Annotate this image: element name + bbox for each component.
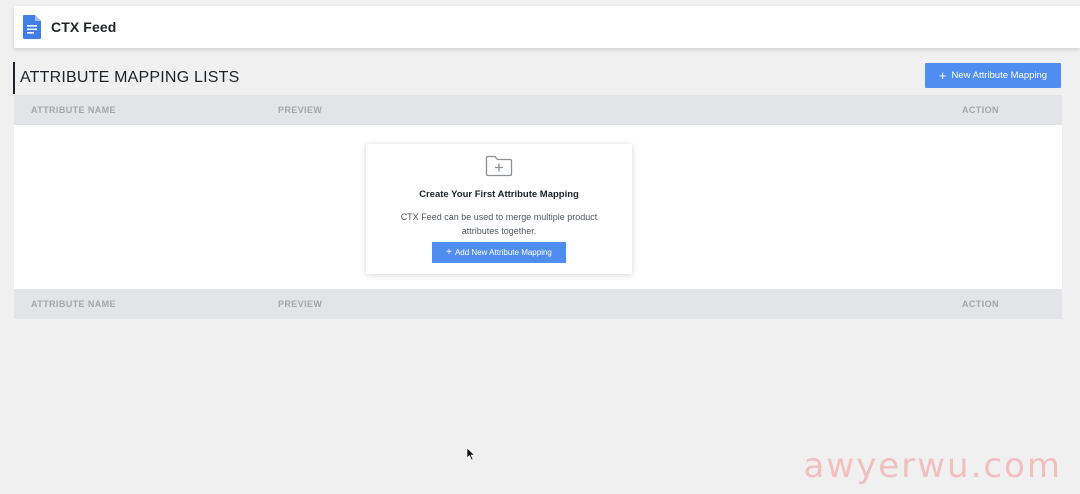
attribute-mapping-table: ATTRIBUTE NAME PREVIEW ACTION Create You… <box>14 95 1062 319</box>
footer-column-preview: PREVIEW <box>278 299 323 309</box>
footer-column-action: ACTION <box>962 299 999 309</box>
top-bar: CTX Feed <box>14 6 1080 48</box>
empty-state-title: Create Your First Attribute Mapping <box>419 189 579 200</box>
add-new-attribute-mapping-button[interactable]: + Add New Attribute Mapping <box>432 242 566 263</box>
footer-column-attribute-name: ATTRIBUTE NAME <box>31 299 116 309</box>
page-title: ATTRIBUTE MAPPING LISTS <box>13 62 239 94</box>
empty-state-card: Create Your First Attribute Mapping CTX … <box>366 144 632 274</box>
new-attribute-mapping-button[interactable]: + New Attribute Mapping <box>925 63 1061 88</box>
app-title: CTX Feed <box>51 19 117 35</box>
mouse-cursor-icon <box>466 447 476 461</box>
column-preview: PREVIEW <box>278 105 323 115</box>
watermark: awyerwu.com <box>803 446 1062 486</box>
column-attribute-name: ATTRIBUTE NAME <box>31 105 116 115</box>
column-action: ACTION <box>962 105 999 115</box>
new-attribute-mapping-label: New Attribute Mapping <box>951 70 1048 81</box>
add-new-attribute-mapping-label: Add New Attribute Mapping <box>454 248 552 257</box>
folder-plus-icon <box>485 155 513 177</box>
plus-icon: + <box>938 67 947 83</box>
table-body: Create Your First Attribute Mapping CTX … <box>14 125 1062 289</box>
empty-state-description: CTX Feed can be used to merge multiple p… <box>400 212 598 236</box>
table-header: ATTRIBUTE NAME PREVIEW ACTION <box>14 95 1062 125</box>
document-icon <box>23 15 41 39</box>
plus-icon: + <box>446 246 452 258</box>
table-footer: ATTRIBUTE NAME PREVIEW ACTION <box>14 289 1062 319</box>
